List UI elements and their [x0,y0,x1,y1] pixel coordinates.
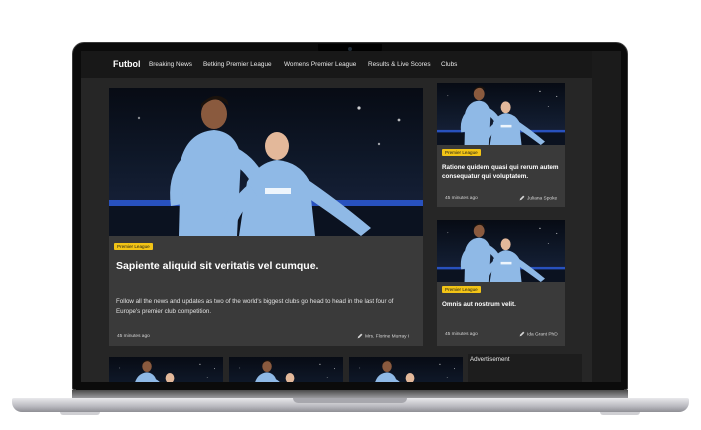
thumbnail-card[interactable] [229,357,343,382]
laptop-screen: Futbol Breaking News Betking Premier Lea… [81,51,621,382]
author-name[interactable]: Mrs. Florine Murray I [365,334,409,339]
nav-item-womens-premier-league[interactable]: Womens Premier League [284,61,356,68]
laptop-hinge [72,390,628,398]
nav-item-breaking-news[interactable]: Breaking News [149,61,192,68]
hero-description: Follow all the news and updates as two o… [116,298,394,315]
hero-title[interactable]: Sapiente aliquid sit veritatis vel cumqu… [116,260,416,272]
article-image [437,220,565,282]
side-article-card[interactable]: Premier League Omnis aut nostrum velit. … [437,220,565,346]
author-byline: Ida Grant PhD [519,331,558,337]
publish-time: 45 minutes ago [445,196,478,201]
publish-time: 45 minutes ago [117,334,150,339]
author-byline: Juliana Spoke [519,195,557,201]
pen-icon [357,333,363,339]
pen-icon [519,195,525,201]
article-image [349,357,463,382]
laptop-foot [60,412,100,415]
nav-item-results-live-scores[interactable]: Results & Live Scores [368,61,431,68]
article-title[interactable]: Omnis aut nostrum velit. [442,300,560,309]
article-title[interactable]: Ratione quidem quasi qui rerum autem con… [442,163,560,181]
category-tag[interactable]: Premier League [442,149,481,156]
thumbnail-card[interactable] [109,357,223,382]
top-nav: Futbol Breaking News Betking Premier Lea… [81,51,592,78]
publish-time: 45 minutes ago [445,332,478,337]
pen-icon [519,331,525,337]
advertisement-box[interactable]: Advertisement [468,354,582,382]
hero-article[interactable]: Premier League Sapiente aliquid sit veri… [109,88,423,346]
author-byline: Mrs. Florine Murray I [357,333,409,339]
side-article-card[interactable]: Premier League Ratione quidem quasi qui … [437,83,565,207]
hero-image [109,88,423,236]
laptop-foot [600,412,640,415]
laptop-bezel [76,382,624,390]
article-image [437,83,565,145]
nav-item-betking-premier-league[interactable]: Betking Premier League [203,61,272,68]
article-image [109,357,223,382]
category-tag[interactable]: Premier League [114,243,153,250]
category-tag[interactable]: Premier League [442,286,481,293]
advertisement-label: Advertisement [470,356,510,363]
laptop-opening-notch [293,398,407,403]
author-name[interactable]: Ida Grant PhD [527,332,558,337]
author-name[interactable]: Juliana Spoke [527,196,557,201]
article-image [229,357,343,382]
site-logo[interactable]: Futbol [113,59,141,69]
right-scroll-area [592,51,621,382]
thumbnail-card[interactable] [349,357,463,382]
nav-item-clubs[interactable]: Clubs [441,61,457,68]
